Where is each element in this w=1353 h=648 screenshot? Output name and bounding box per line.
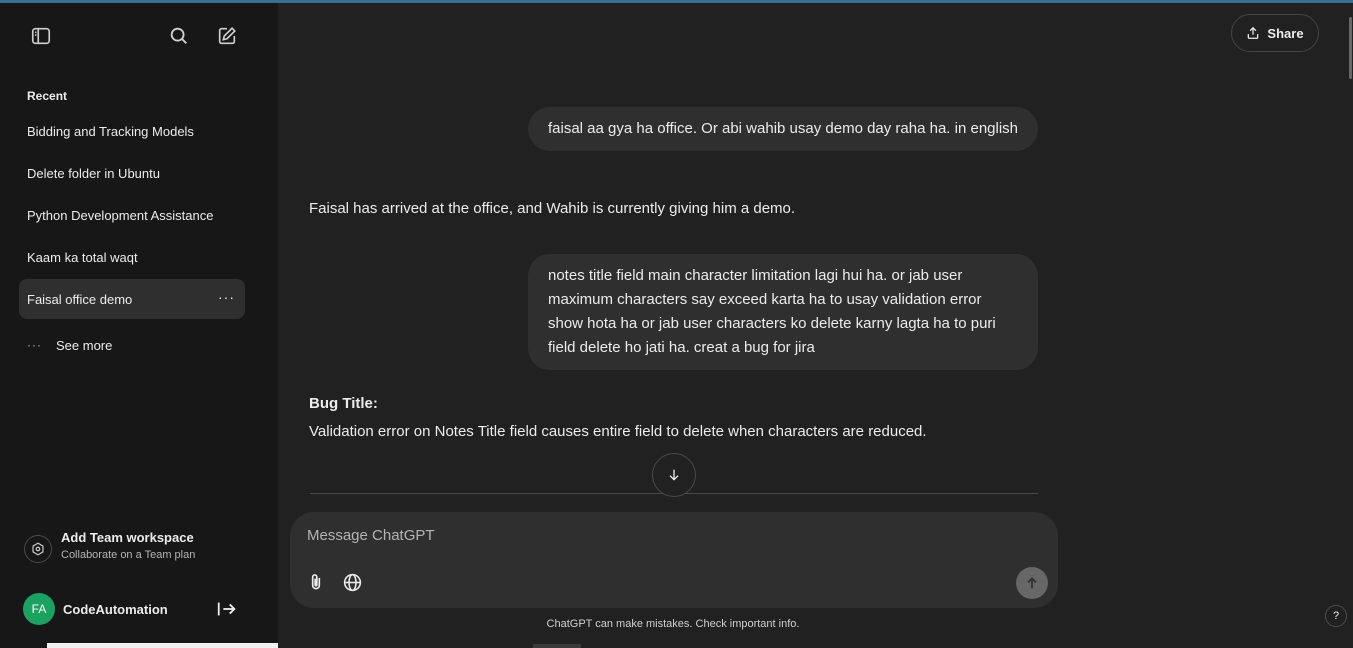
user-message: notes title field main character limitat…	[528, 254, 1038, 370]
scroll-to-bottom-button[interactable]	[652, 453, 696, 497]
share-icon	[1248, 26, 1259, 39]
ellipsis-icon: ···	[27, 338, 42, 352]
app-window: Recent Bidding and Tracking Models Delet…	[0, 0, 1353, 648]
new-chat-icon[interactable]	[213, 22, 241, 50]
add-team-workspace-button[interactable]: Add Team workspace Collaborate on a Team…	[24, 530, 195, 563]
arrow-up-icon	[1027, 577, 1037, 589]
history-item-label: Delete folder in Ubuntu	[27, 165, 160, 181]
history-item[interactable]: Kaam ka total waqt	[19, 237, 245, 277]
team-subtitle: Collaborate on a Team plan	[61, 549, 196, 561]
history-item-label: Kaam ka total waqt	[27, 249, 138, 265]
user-message: faisal aa gya ha office. Or abi wahib us…	[528, 107, 1038, 151]
history-item[interactable]: Python Development Assistance	[19, 195, 245, 235]
assistant-message: Faisal has arrived at the office, and Wa…	[309, 200, 796, 217]
history-item-label: Bidding and Tracking Models	[27, 123, 194, 139]
message-input[interactable]	[307, 527, 1007, 544]
history-item[interactable]: Bidding and Tracking Models	[19, 111, 245, 151]
share-label: Share	[1267, 25, 1304, 41]
help-button[interactable]: ?	[1325, 605, 1347, 627]
assistant-heading: Bug Title:	[309, 395, 378, 412]
sidebar: Recent Bidding and Tracking Models Delet…	[0, 3, 278, 648]
scrollbar-thumb[interactable]	[1349, 17, 1352, 79]
globe-icon[interactable]	[340, 570, 364, 594]
paperclip-icon[interactable]	[304, 570, 328, 594]
see-more-label: See more	[56, 337, 113, 353]
assistant-message: Validation error on Notes Title field ca…	[309, 423, 927, 440]
composer	[290, 512, 1058, 608]
history-item-label: Python Development Assistance	[27, 207, 214, 223]
recent-section-label: Recent	[27, 89, 68, 103]
sidebar-toggle-icon[interactable]	[27, 22, 55, 50]
avatar: FA	[23, 593, 55, 625]
see-more-button[interactable]: ··· See more	[27, 333, 112, 357]
send-button[interactable]	[1016, 567, 1048, 599]
user-name: CodeAutomation	[63, 601, 168, 617]
user-profile[interactable]: FA CodeAutomation	[23, 593, 168, 625]
history-item-label: Faisal office demo	[27, 291, 133, 307]
logout-icon[interactable]	[216, 598, 238, 620]
search-icon[interactable]	[165, 22, 193, 50]
disclaimer-text: ChatGPT can make mistakes. Check importa…	[546, 618, 800, 630]
scrollbar[interactable]	[1346, 3, 1353, 648]
chat-main: Share faisal aa gya ha office. Or abi wa…	[278, 3, 1353, 648]
text-fade	[215, 195, 245, 235]
arrow-down-icon	[669, 469, 679, 481]
team-hexagon-icon	[24, 535, 52, 563]
more-options-icon[interactable]: ···	[218, 289, 235, 305]
team-title: Add Team workspace	[61, 530, 194, 545]
share-button[interactable]: Share	[1231, 14, 1319, 52]
taskbar-fragment	[533, 644, 581, 648]
history-item-active[interactable]: Faisal office demo ···	[19, 279, 245, 319]
history-item[interactable]: Delete folder in Ubuntu	[19, 153, 245, 193]
